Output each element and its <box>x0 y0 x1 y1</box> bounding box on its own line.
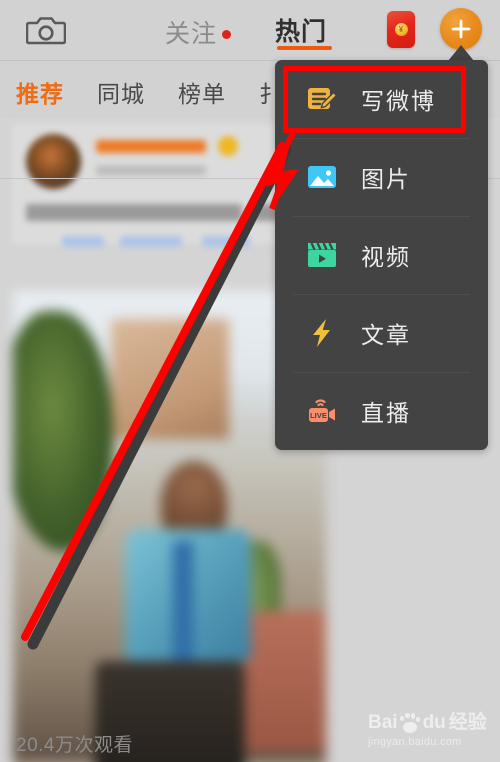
compose-dropdown-menu[interactable]: 写微博 图片 视频 文章 LIVE 直播 <box>275 60 488 450</box>
live-camera-icon: LIVE <box>305 394 339 428</box>
post-link-tag-1[interactable] <box>62 236 104 247</box>
dropdown-caret-icon <box>448 45 474 61</box>
post-meta-placeholder <box>96 166 206 175</box>
menu-item-live[interactable]: LIVE 直播 <box>275 372 488 450</box>
image-icon <box>305 160 339 194</box>
header-tab-hot-label: 热门 <box>275 18 328 46</box>
note-pencil-icon <box>305 82 339 116</box>
baidu-jingyan-watermark: Bai du 经验 jingyan.baidu.com <box>368 712 494 758</box>
avatar[interactable] <box>26 134 81 189</box>
lightning-bolt-icon <box>305 316 339 350</box>
menu-item-write-post-label: 写微博 <box>361 88 436 114</box>
watermark-brand-mid: du <box>422 712 446 733</box>
header-tabs: 关注 热门 <box>0 0 500 61</box>
menu-item-image-label: 图片 <box>361 166 411 192</box>
compose-plus-button[interactable] <box>440 8 482 50</box>
menu-item-video[interactable]: 视频 <box>275 216 488 294</box>
menu-item-article-label: 文章 <box>361 322 411 348</box>
active-tab-indicator <box>277 46 332 50</box>
watermark-brand-right: 经验 <box>448 712 487 733</box>
view-count-label: 20.4万次观看 <box>16 735 133 756</box>
header-tab-follow[interactable]: 关注 <box>165 14 232 50</box>
watermark-brand: Bai du 经验 <box>368 712 494 734</box>
post-link-tag-3[interactable] <box>202 236 250 247</box>
unread-dot-badge <box>222 29 232 39</box>
verified-badge-icon <box>218 136 238 156</box>
app-header: 关注 热门 ¥ <box>0 0 500 61</box>
menu-item-article[interactable]: 文章 <box>275 294 488 372</box>
screen: 20.4万次观看 关注 热门 ¥ 推荐 同城 榜单 扌 写微博 图片 视频 文章… <box>0 0 500 762</box>
menu-item-write-post[interactable]: 写微博 <box>275 60 488 138</box>
menu-item-video-label: 视频 <box>361 244 411 270</box>
watermark-brand-left: Bai <box>368 712 398 733</box>
menu-item-live-label: 直播 <box>361 400 411 426</box>
tab-recommend[interactable]: 推荐 <box>16 75 64 109</box>
header-tab-hot[interactable]: 热门 <box>275 12 327 48</box>
header-tab-follow-label: 关注 <box>165 20 218 48</box>
paw-print-icon <box>399 712 422 734</box>
red-envelope-icon[interactable]: ¥ <box>387 11 415 48</box>
svg-text:LIVE: LIVE <box>310 411 327 420</box>
menu-item-image[interactable]: 图片 <box>275 138 488 216</box>
username-placeholder <box>96 140 206 153</box>
post-link-tag-2[interactable] <box>120 236 182 247</box>
tab-ranking[interactable]: 榜单 <box>178 75 226 109</box>
watermark-url: jingyan.baidu.com <box>368 736 462 748</box>
video-clapper-icon <box>305 238 339 272</box>
post-text-line-1 <box>26 204 242 221</box>
envelope-coin-glyph: ¥ <box>394 23 408 36</box>
tab-local[interactable]: 同城 <box>97 75 145 109</box>
